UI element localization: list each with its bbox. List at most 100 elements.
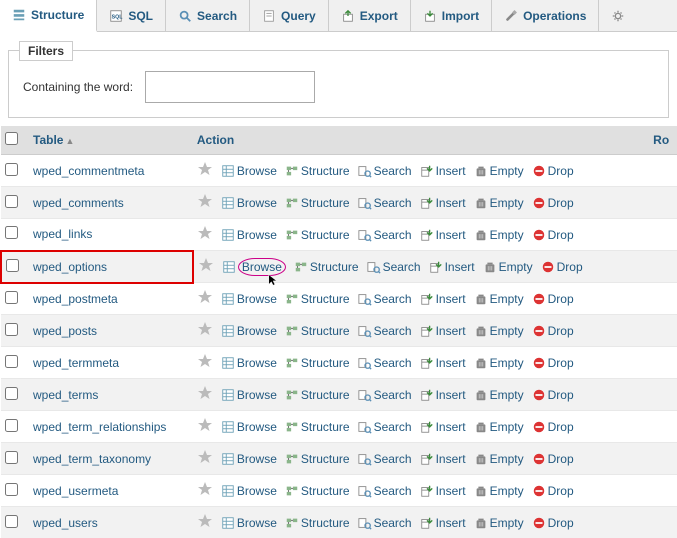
empty-link[interactable]: Empty: [474, 292, 524, 306]
tab-search[interactable]: Search: [166, 0, 250, 31]
empty-link[interactable]: Empty: [474, 196, 524, 210]
tab-more[interactable]: [599, 0, 637, 31]
drop-link[interactable]: Drop: [532, 388, 574, 402]
table-name-link[interactable]: wped_options: [33, 260, 107, 274]
insert-link[interactable]: Insert: [420, 484, 466, 498]
favorite-star[interactable]: [197, 385, 213, 404]
search-link[interactable]: Search: [358, 228, 412, 242]
insert-link[interactable]: Insert: [420, 388, 466, 402]
empty-link[interactable]: Empty: [474, 324, 524, 338]
empty-link[interactable]: Empty: [474, 388, 524, 402]
tab-import[interactable]: Import: [411, 0, 492, 31]
favorite-star[interactable]: [198, 257, 214, 276]
browse-link[interactable]: Browse: [222, 258, 286, 276]
table-name-link[interactable]: wped_users: [33, 516, 98, 530]
row-checkbox[interactable]: [5, 226, 18, 239]
insert-link[interactable]: Insert: [420, 228, 466, 242]
drop-link[interactable]: Drop: [532, 196, 574, 210]
row-checkbox[interactable]: [5, 451, 18, 464]
empty-link[interactable]: Empty: [474, 452, 524, 466]
browse-link[interactable]: Browse: [221, 516, 277, 530]
search-link[interactable]: Search: [367, 260, 421, 274]
search-link[interactable]: Search: [358, 356, 412, 370]
empty-link[interactable]: Empty: [474, 228, 524, 242]
insert-link[interactable]: Insert: [420, 292, 466, 306]
favorite-star[interactable]: [197, 353, 213, 372]
row-checkbox[interactable]: [5, 483, 18, 496]
browse-link[interactable]: Browse: [221, 324, 277, 338]
table-name-link[interactable]: wped_term_relationships: [33, 420, 166, 434]
insert-link[interactable]: Insert: [420, 516, 466, 530]
drop-link[interactable]: Drop: [532, 324, 574, 338]
browse-link[interactable]: Browse: [221, 228, 277, 242]
drop-link[interactable]: Drop: [532, 292, 574, 306]
empty-link[interactable]: Empty: [474, 164, 524, 178]
search-link[interactable]: Search: [358, 388, 412, 402]
drop-link[interactable]: Drop: [532, 356, 574, 370]
favorite-star[interactable]: [197, 225, 213, 244]
row-checkbox[interactable]: [5, 387, 18, 400]
empty-link[interactable]: Empty: [474, 420, 524, 434]
insert-link[interactable]: Insert: [420, 324, 466, 338]
structure-link[interactable]: Structure: [285, 164, 350, 178]
insert-link[interactable]: Insert: [420, 452, 466, 466]
row-checkbox[interactable]: [5, 291, 18, 304]
tab-export[interactable]: Export: [329, 0, 411, 31]
search-link[interactable]: Search: [358, 324, 412, 338]
table-name-link[interactable]: wped_commentmeta: [33, 164, 144, 178]
browse-link[interactable]: Browse: [221, 484, 277, 498]
table-name-link[interactable]: wped_postmeta: [33, 292, 118, 306]
favorite-star[interactable]: [197, 449, 213, 468]
drop-link[interactable]: Drop: [532, 484, 574, 498]
col-table[interactable]: Table▲: [29, 126, 193, 155]
drop-link[interactable]: Drop: [532, 228, 574, 242]
table-name-link[interactable]: wped_usermeta: [33, 484, 118, 498]
insert-link[interactable]: Insert: [420, 196, 466, 210]
empty-link[interactable]: Empty: [474, 484, 524, 498]
row-checkbox[interactable]: [5, 419, 18, 432]
row-checkbox[interactable]: [5, 195, 18, 208]
tab-query[interactable]: Query: [250, 0, 329, 31]
structure-link[interactable]: Structure: [285, 356, 350, 370]
row-checkbox[interactable]: [5, 323, 18, 336]
insert-link[interactable]: Insert: [420, 356, 466, 370]
search-link[interactable]: Search: [358, 452, 412, 466]
col-rows[interactable]: Ro: [649, 126, 677, 155]
drop-link[interactable]: Drop: [532, 516, 574, 530]
browse-link[interactable]: Browse: [221, 292, 277, 306]
select-all-checkbox[interactable]: [5, 132, 18, 145]
structure-link[interactable]: Structure: [285, 292, 350, 306]
browse-link[interactable]: Browse: [221, 164, 277, 178]
empty-link[interactable]: Empty: [483, 260, 533, 274]
favorite-star[interactable]: [197, 481, 213, 500]
favorite-star[interactable]: [197, 193, 213, 212]
filter-containing-input[interactable]: [145, 71, 315, 103]
structure-link[interactable]: Structure: [285, 388, 350, 402]
table-name-link[interactable]: wped_posts: [33, 324, 97, 338]
browse-link[interactable]: Browse: [221, 196, 277, 210]
insert-link[interactable]: Insert: [429, 260, 475, 274]
structure-link[interactable]: Structure: [285, 484, 350, 498]
table-name-link[interactable]: wped_termmeta: [33, 356, 119, 370]
search-link[interactable]: Search: [358, 164, 412, 178]
drop-link[interactable]: Drop: [541, 260, 583, 274]
insert-link[interactable]: Insert: [420, 164, 466, 178]
structure-link[interactable]: Structure: [285, 228, 350, 242]
structure-link[interactable]: Structure: [294, 260, 359, 274]
empty-link[interactable]: Empty: [474, 356, 524, 370]
structure-link[interactable]: Structure: [285, 324, 350, 338]
row-checkbox[interactable]: [5, 163, 18, 176]
favorite-star[interactable]: [197, 321, 213, 340]
structure-link[interactable]: Structure: [285, 452, 350, 466]
tab-sql[interactable]: SQL: [97, 0, 166, 31]
structure-link[interactable]: Structure: [285, 516, 350, 530]
browse-link[interactable]: Browse: [221, 420, 277, 434]
search-link[interactable]: Search: [358, 292, 412, 306]
table-name-link[interactable]: wped_comments: [33, 196, 124, 210]
tab-operations[interactable]: Operations: [492, 0, 599, 31]
row-checkbox[interactable]: [5, 355, 18, 368]
search-link[interactable]: Search: [358, 484, 412, 498]
browse-link[interactable]: Browse: [221, 388, 277, 402]
structure-link[interactable]: Structure: [285, 196, 350, 210]
table-name-link[interactable]: wped_terms: [33, 388, 98, 402]
